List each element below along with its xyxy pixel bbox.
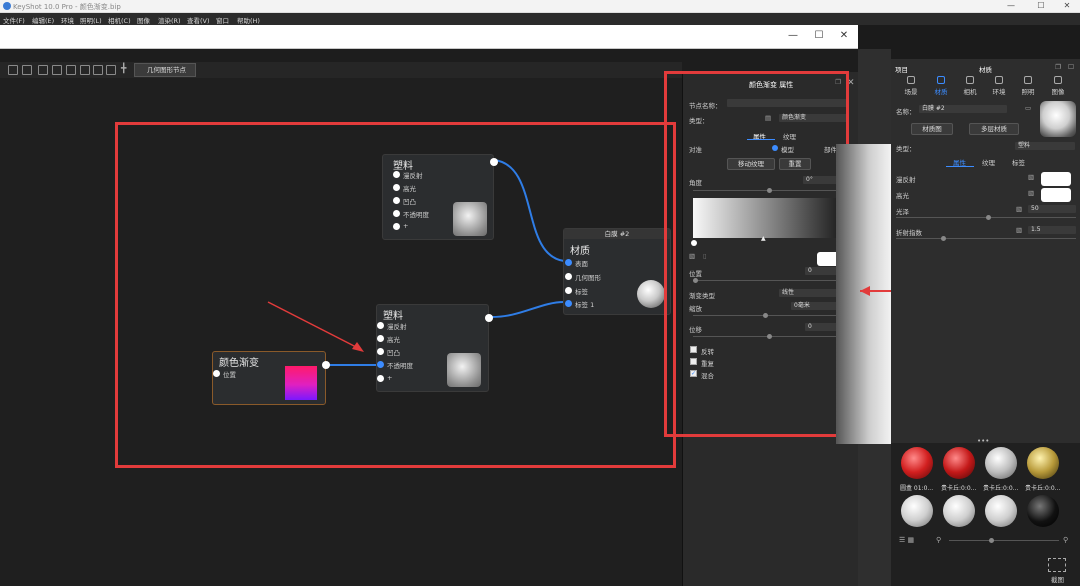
material-graph-button[interactable]: 材质图 <box>911 123 953 135</box>
zoom-out-icon[interactable]: ⚲ <box>936 536 941 544</box>
library-item-white-4[interactable] <box>985 495 1017 527</box>
diffuse-color-swatch[interactable] <box>1041 172 1071 186</box>
specular-color-swatch[interactable] <box>1041 188 1071 202</box>
screenshot-label: 截图 <box>1051 576 1064 584</box>
texture-slot-icon[interactable]: ▧ <box>1028 189 1034 197</box>
subtab-texture[interactable]: 纹理 <box>982 157 995 167</box>
tab-environment[interactable]: 环境 <box>987 76 1011 96</box>
texture-slot-icon[interactable]: ▧ <box>1028 173 1034 181</box>
refraction-slider[interactable] <box>896 236 1076 241</box>
thumbnail-size-slider[interactable] <box>949 538 1059 543</box>
material-preview <box>1040 101 1076 137</box>
library-label: 贵卡丘:0:0... <box>941 485 977 492</box>
type-dropdown[interactable]: 塑料 <box>1015 142 1075 150</box>
close-icon[interactable]: ✕ <box>1054 0 1080 13</box>
library-label: 贵卡丘:0:0... <box>983 485 1019 492</box>
library-item-black[interactable] <box>1027 495 1059 527</box>
gloss-field[interactable]: 50 <box>1028 205 1076 213</box>
refraction-field[interactable]: 1.5 <box>1028 226 1076 234</box>
library-item-white-1[interactable] <box>985 447 1017 479</box>
library-item-red-2[interactable] <box>943 447 975 479</box>
undock-icon[interactable]: ❐ <box>1055 63 1061 71</box>
maximize-icon[interactable]: ☐ <box>806 30 832 43</box>
gloss-label: 光泽 <box>896 208 909 216</box>
name-label: 名称： <box>896 108 916 116</box>
tab-material[interactable]: 材质 <box>929 76 953 96</box>
highlight-box-properties <box>664 71 849 437</box>
dock-material-label: 材质 <box>979 66 992 74</box>
type-label: 类型： <box>896 145 916 153</box>
maximize-icon[interactable]: ☐ <box>1028 0 1054 13</box>
active-subtab-underline <box>946 166 974 167</box>
gloss-slider[interactable] <box>896 215 1076 220</box>
highlight-box-graph <box>115 122 676 468</box>
dock-close-icon[interactable]: ☐ <box>1068 63 1074 71</box>
texture-slot-icon[interactable]: ▧ <box>1016 226 1022 234</box>
minimize-icon[interactable]: — <box>780 30 806 43</box>
tab-lighting[interactable]: 照明 <box>1016 76 1040 96</box>
library-label: 圆盒 01:0... <box>900 485 934 492</box>
subtab-label[interactable]: 标签 <box>1012 157 1025 167</box>
library-item-red-1[interactable] <box>901 447 933 479</box>
library-label: 贵卡丘:0:0... <box>1025 485 1061 492</box>
screenshot-icon[interactable] <box>1048 558 1066 572</box>
multi-layer-button[interactable]: 多层材质 <box>969 123 1019 135</box>
texture-slot-icon[interactable]: ▧ <box>1016 205 1022 213</box>
refraction-label: 折射指数 <box>896 229 922 237</box>
library-item-white-2[interactable] <box>901 495 933 527</box>
zoom-in-icon[interactable]: ⚲ <box>1063 536 1068 544</box>
minimize-icon[interactable]: — <box>998 0 1024 13</box>
material-dock: 项目 材质 ❐ ☐ 场景 材质 相机 环境 照明 图像 名称： 白膜 #2 ▭ … <box>891 59 1080 586</box>
specular-label: 高光 <box>896 192 909 200</box>
save-icon[interactable]: ▭ <box>1025 104 1031 112</box>
library-item-gold[interactable] <box>1027 447 1059 479</box>
library-item-white-3[interactable] <box>943 495 975 527</box>
tab-image[interactable]: 图像 <box>1046 76 1070 96</box>
list-view-icon[interactable]: ☰ ▦ <box>899 536 914 544</box>
annotation-arrow-head-right <box>860 286 870 296</box>
tab-scene[interactable]: 场景 <box>899 76 923 96</box>
tab-camera[interactable]: 相机 <box>958 76 982 96</box>
close-icon[interactable]: ✕ <box>831 30 857 43</box>
diffuse-label: 漫反射 <box>896 176 916 184</box>
name-field[interactable]: 白膜 #2 <box>919 105 1007 113</box>
dock-project-label: 项目 <box>895 66 908 74</box>
